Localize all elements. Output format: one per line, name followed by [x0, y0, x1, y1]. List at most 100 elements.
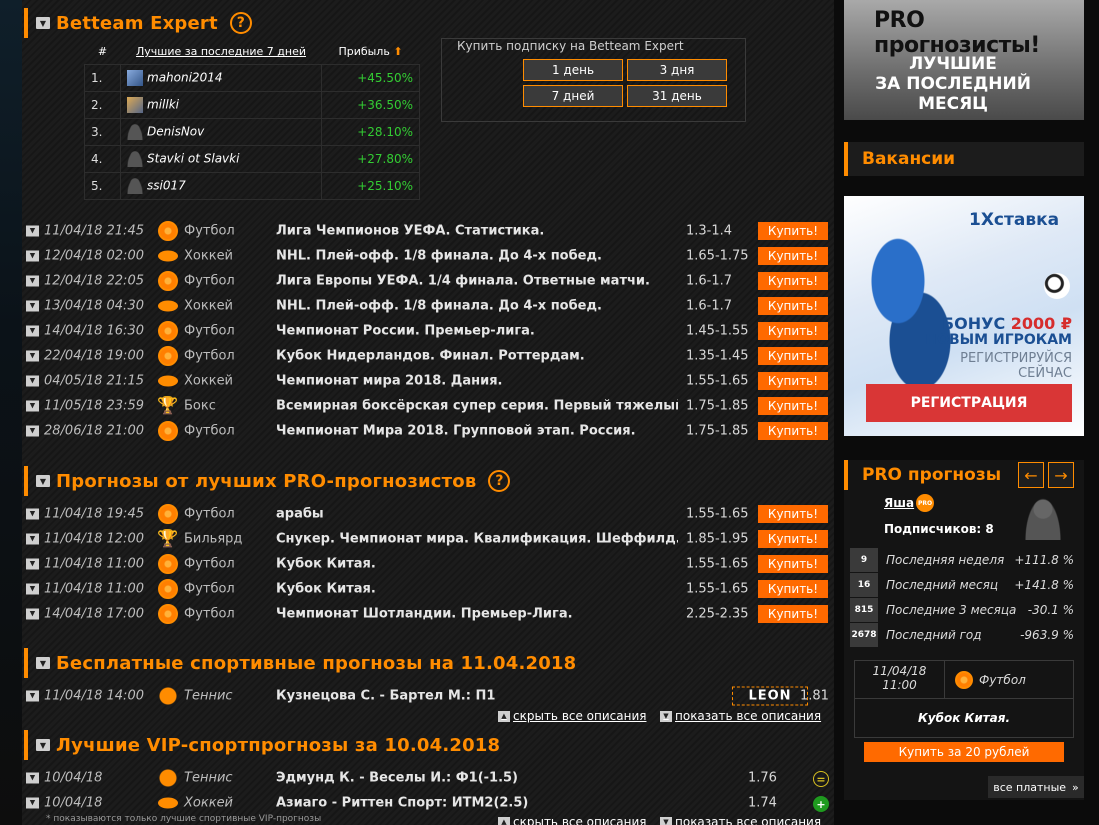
buy-button[interactable]: Купить!	[758, 221, 828, 240]
collapse-icon: ▲	[498, 816, 510, 825]
prediction-row[interactable]: ▼ 13/04/18 04:30 Хоккей NHL. Плей-офф. 1/8 …	[24, 293, 832, 318]
expert-user[interactable]: Stavki ot Slavki	[120, 144, 322, 173]
buy-button[interactable]: Купить!	[758, 321, 828, 340]
col-profit[interactable]: Прибыль ⬆	[322, 40, 420, 64]
expert-user[interactable]: ssi017	[120, 171, 322, 200]
expand-toggle-icon[interactable]: ▼	[26, 350, 39, 361]
collapse-toggle-icon[interactable]: ▼	[36, 657, 50, 669]
buy-button[interactable]: Купить!	[758, 271, 828, 290]
soccer-ball-icon	[158, 420, 178, 441]
bookmaker-ad-banner[interactable]: 1Хставка БОНУС 2000 ₽ НОВЫМ ИГРОКАМ РЕГИ…	[844, 196, 1084, 436]
avatar	[127, 96, 143, 113]
buy-button[interactable]: Купить!	[758, 604, 828, 623]
collapse-toggle-icon[interactable]: ▼	[36, 739, 50, 751]
free-section-title: ▼ Бесплатные спортивные прогнозы на 11.0…	[24, 648, 576, 678]
buy-button[interactable]: Купить!	[758, 296, 828, 315]
prediction-row[interactable]: ▼ 11/04/18 21:45 Футбол Лига Чемпионов УЕФА…	[24, 218, 832, 243]
next-arrow-icon[interactable]: →	[1048, 462, 1074, 488]
expert-row[interactable]: 1. mahoni2014 +45.50%	[84, 63, 420, 92]
hide-descriptions-link[interactable]: ▲ скрыть все описания	[498, 815, 646, 825]
expert-user[interactable]: mahoni2014	[120, 63, 322, 92]
expand-toggle-icon[interactable]: ▼	[26, 300, 39, 311]
soccer-ball-icon	[158, 270, 178, 291]
subscribe-31-days-button[interactable]: 31 день	[627, 85, 727, 107]
prediction-row[interactable]: ▼ 12/04/18 02:00 Хоккей NHL. Плей-офф. 1/8 …	[24, 243, 832, 268]
col-best-week[interactable]: Лучшие за последние 7 дней	[121, 40, 322, 64]
prediction-row[interactable]: ▼ 04/05/18 21:15 Хоккей Чемпионат мира 2018…	[24, 368, 832, 393]
stat-rank: 2678	[850, 623, 878, 647]
show-descriptions-link[interactable]: ▼ показать все описания	[660, 815, 821, 825]
profit-value: +28.10%	[321, 117, 420, 146]
vip-prediction-row[interactable]: ▼ 10/04/18 Теннис Эдмунд К. - Веселы И.:…	[24, 765, 832, 790]
event-name: Чемпионат Шотландии. Премьер-Лига.	[276, 606, 573, 621]
help-icon[interactable]: ?	[488, 470, 511, 492]
buy-button[interactable]: Купить!	[758, 421, 828, 440]
prediction-row[interactable]: ▼ 12/04/18 22:05 Футбол Лига Европы УЕФА. 1…	[24, 268, 832, 293]
subscribe-1-day-button[interactable]: 1 день	[523, 59, 623, 81]
expand-toggle-icon[interactable]: ▼	[26, 225, 39, 236]
show-descriptions-link[interactable]: ▼ показать все описания	[660, 709, 821, 723]
bookmaker-logo[interactable]: LEON	[732, 686, 808, 705]
odds: 1.55-1.65	[686, 373, 749, 388]
buy-button[interactable]: Купить!	[758, 371, 828, 390]
pro-tipsters-banner[interactable]: PRO прогнозисты! ЛУЧШИЕ ЗА ПОСЛЕДНИЙ МЕС…	[844, 0, 1084, 120]
expand-toggle-icon[interactable]: ▼	[26, 558, 39, 569]
expand-toggle-icon[interactable]: ▼	[26, 608, 39, 619]
prediction-card[interactable]: 11/04/18 11:00 Футбол Кубок Китая.	[854, 660, 1074, 738]
prediction-row[interactable]: ▼ 22/04/18 19:00 Футбол Кубок Нидерландов. …	[24, 343, 832, 368]
profit-value: +27.80%	[321, 144, 420, 173]
prediction-row[interactable]: ▼ 11/04/18 11:00 Футбол Кубок Китая. 1.55-1.…	[24, 551, 832, 576]
help-icon[interactable]: ?	[229, 12, 252, 34]
expand-toggle-icon[interactable]: ▼	[26, 375, 39, 386]
expert-user[interactable]: millki	[120, 90, 322, 119]
prediction-row[interactable]: ▼ 11/04/18 19:45 Футбол арабы 1.55-1.65 Купит…	[24, 501, 832, 526]
buy-for-20-button[interactable]: Купить за 20 рублей	[864, 742, 1064, 762]
prediction-row[interactable]: ▼ 14/04/18 17:00 Футбол Чемпионат Шотландии…	[24, 601, 832, 626]
collapse-toggle-icon[interactable]: ▼	[36, 17, 50, 29]
expand-toggle-icon[interactable]: ▼	[26, 325, 39, 336]
buy-button[interactable]: Купить!	[758, 529, 828, 548]
buy-button[interactable]: Купить!	[758, 579, 828, 598]
ad-register-button[interactable]: РЕГИСТРАЦИЯ	[866, 384, 1072, 422]
buy-button[interactable]: Купить!	[758, 554, 828, 573]
expert-username: DenisNov	[147, 124, 205, 138]
all-paid-link[interactable]: все платные »	[988, 776, 1084, 798]
hide-descriptions-link[interactable]: ▲ скрыть все описания	[498, 709, 646, 723]
prediction-row[interactable]: ▼ 11/05/18 23:59 🏆 Бокс Всемирная боксёрская…	[24, 393, 832, 418]
expand-toggle-icon[interactable]: ▼	[26, 583, 39, 594]
expand-toggle-icon[interactable]: ▼	[26, 425, 39, 436]
prediction-row[interactable]: ▼ 28/06/18 21:00 Футбол Чемпионат Мира 2018…	[24, 418, 832, 443]
buy-button[interactable]: Купить!	[758, 346, 828, 365]
expert-row[interactable]: 2. millki +36.50%	[84, 90, 420, 119]
expand-toggle-icon[interactable]: ▼	[26, 400, 39, 411]
expert-user[interactable]: DenisNov	[120, 117, 322, 146]
vip-prediction-row[interactable]: ▼ 10/04/18 Хоккей Азиаго - Риттен Спорт:…	[24, 790, 832, 815]
buy-button[interactable]: Купить!	[758, 504, 828, 523]
subscribe-3-days-button[interactable]: 3 дня	[627, 59, 727, 81]
expand-toggle-icon[interactable]: ▼	[26, 508, 39, 519]
expand-toggle-icon[interactable]: ▼	[26, 797, 39, 808]
expand-toggle-icon[interactable]: ▼	[26, 250, 39, 261]
vacancies-link[interactable]: Вакансии	[844, 142, 1084, 176]
expand-toggle-icon[interactable]: ▼	[26, 772, 39, 783]
sport-name: Хоккей	[184, 248, 234, 263]
buy-button[interactable]: Купить!	[758, 396, 828, 415]
tipster-name[interactable]: Яша	[884, 496, 914, 510]
collapse-toggle-icon[interactable]: ▼	[36, 475, 50, 487]
prediction-row[interactable]: ▼ 14/04/18 16:30 Футбол Чемпионат России. П…	[24, 318, 832, 343]
expand-toggle-icon[interactable]: ▼	[26, 275, 39, 286]
prediction-row[interactable]: ▼ 11/04/18 11:00 Футбол Кубок Китая. 1.55-1.…	[24, 576, 832, 601]
expert-row[interactable]: 4. Stavki ot Slavki +27.80%	[84, 144, 420, 173]
prediction-date: 13/04/18 04:30	[44, 298, 144, 313]
prev-arrow-icon[interactable]: ←	[1018, 462, 1044, 488]
sport-name: Футбол	[184, 323, 235, 338]
prediction-row[interactable]: ▼ 11/04/18 12:00 🏆 Бильярд Снукер. Чемпионат…	[24, 526, 832, 551]
expand-toggle-icon[interactable]: ▼	[26, 533, 39, 544]
expand-toggle-icon[interactable]: ▼	[26, 690, 39, 701]
expert-row[interactable]: 5. ssi017 +25.10%	[84, 171, 420, 200]
expert-row[interactable]: 3. DenisNov +28.10%	[84, 117, 420, 146]
event-name: Снукер. Чемпионат мира. Квалификация. Ше…	[276, 531, 678, 546]
buy-button[interactable]: Купить!	[758, 246, 828, 265]
free-prediction-row[interactable]: ▼ 11/04/18 14:00 Теннис Кузнецова С. - Б…	[24, 683, 832, 708]
subscribe-7-days-button[interactable]: 7 дней	[523, 85, 623, 107]
